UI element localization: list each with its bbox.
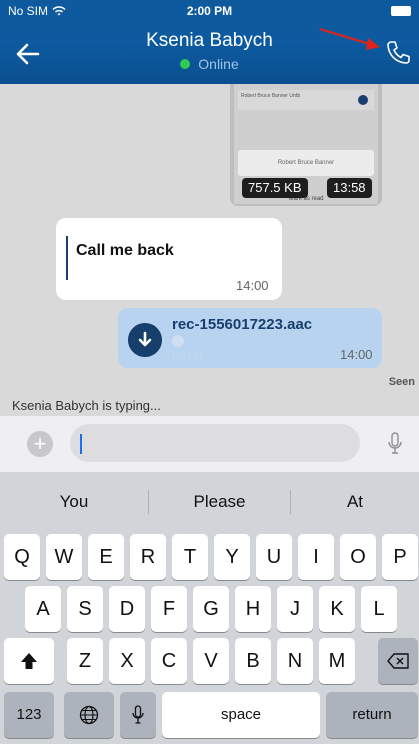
key-a[interactable]: A: [25, 586, 61, 632]
typing-indicator: Ksenia Babych is typing...: [12, 398, 161, 413]
presence-label: Online: [198, 56, 239, 72]
media-preview-card: Robert Bruce Banner: [238, 150, 374, 176]
text-caret: [80, 434, 82, 454]
suggestion-2[interactable]: Please: [149, 472, 290, 530]
voice-message[interactable]: rec-1556017223.aac 00:00 14:00: [118, 308, 382, 368]
file-size-badge: 757.5 KB: [242, 178, 308, 198]
shift-icon: [21, 653, 37, 669]
dictation-key[interactable]: [120, 692, 156, 738]
space-key[interactable]: space: [162, 692, 320, 738]
media-time-badge: 13:58: [327, 178, 372, 198]
keyboard: You Please At Q W E R T Y U I O P A S D …: [0, 472, 419, 744]
media-preview-row: Robert Bruce Banner Urdb: [238, 90, 374, 110]
voice-time: 14:00: [340, 347, 373, 362]
key-c[interactable]: C: [151, 638, 187, 684]
media-message[interactable]: Robert Bruce Banner Urdb Robert Bruce Ba…: [230, 84, 382, 206]
microphone-icon[interactable]: [386, 432, 404, 456]
key-o[interactable]: O: [340, 534, 376, 580]
key-d[interactable]: D: [109, 586, 145, 632]
message-input[interactable]: [70, 424, 360, 462]
download-icon[interactable]: [128, 323, 162, 357]
status-bar: No SIM 2:00 PM: [0, 0, 419, 22]
numbers-key[interactable]: 123: [4, 692, 54, 738]
backspace-icon: [387, 653, 409, 669]
key-j[interactable]: J: [277, 586, 313, 632]
phone-call-icon[interactable]: [383, 38, 413, 68]
text-message[interactable]: Call me back 14:00: [56, 218, 282, 300]
key-g[interactable]: G: [193, 586, 229, 632]
return-key[interactable]: return: [326, 692, 418, 738]
key-m[interactable]: M: [319, 638, 355, 684]
message-time: 14:00: [236, 278, 269, 293]
presence-status: Online: [0, 56, 419, 72]
media-preview-row-text: Robert Bruce Banner Urdb: [241, 93, 301, 99]
chat-area[interactable]: Robert Bruce Banner Urdb Robert Bruce Ba…: [0, 84, 419, 416]
key-r[interactable]: R: [130, 534, 166, 580]
seen-receipt: Seen: [388, 376, 415, 388]
key-u[interactable]: U: [256, 534, 292, 580]
key-z[interactable]: Z: [67, 638, 103, 684]
key-w[interactable]: W: [46, 534, 82, 580]
key-i[interactable]: I: [298, 534, 334, 580]
online-dot-icon: [180, 59, 191, 69]
preview-dot-icon: [358, 95, 368, 105]
key-v[interactable]: V: [193, 638, 229, 684]
contact-name[interactable]: Ksenia Babych: [0, 30, 419, 52]
voice-progress-thumb[interactable]: [172, 335, 184, 347]
composer-bar: +: [0, 416, 419, 472]
suggestion-1[interactable]: You: [0, 472, 148, 530]
plus-icon[interactable]: +: [27, 431, 53, 457]
globe-key[interactable]: [64, 692, 114, 738]
key-y[interactable]: Y: [214, 534, 250, 580]
message-text: Call me back: [76, 242, 174, 259]
key-x[interactable]: X: [109, 638, 145, 684]
battery-icon: [391, 6, 411, 16]
key-p[interactable]: P: [382, 534, 418, 580]
globe-icon: [79, 705, 99, 725]
quote-bar: [66, 236, 68, 280]
voice-duration: 00:00: [172, 350, 203, 364]
key-s[interactable]: S: [67, 586, 103, 632]
key-k[interactable]: K: [319, 586, 355, 632]
shift-key[interactable]: [4, 638, 54, 684]
chat-header: No SIM 2:00 PM Ksenia Babych Online: [0, 0, 419, 84]
key-n[interactable]: N: [277, 638, 313, 684]
microphone-icon: [132, 705, 144, 724]
key-t[interactable]: T: [172, 534, 208, 580]
key-b[interactable]: B: [235, 638, 271, 684]
voice-file-name: rec-1556017223.aac: [172, 316, 313, 333]
status-time: 2:00 PM: [186, 4, 233, 18]
key-h[interactable]: H: [235, 586, 271, 632]
keyboard-suggestions: You Please At: [0, 472, 419, 530]
key-f[interactable]: F: [151, 586, 187, 632]
key-l[interactable]: L: [361, 586, 397, 632]
delete-key[interactable]: [378, 638, 418, 684]
key-q[interactable]: Q: [4, 534, 40, 580]
key-e[interactable]: E: [88, 534, 124, 580]
suggestion-3[interactable]: At: [291, 472, 419, 530]
